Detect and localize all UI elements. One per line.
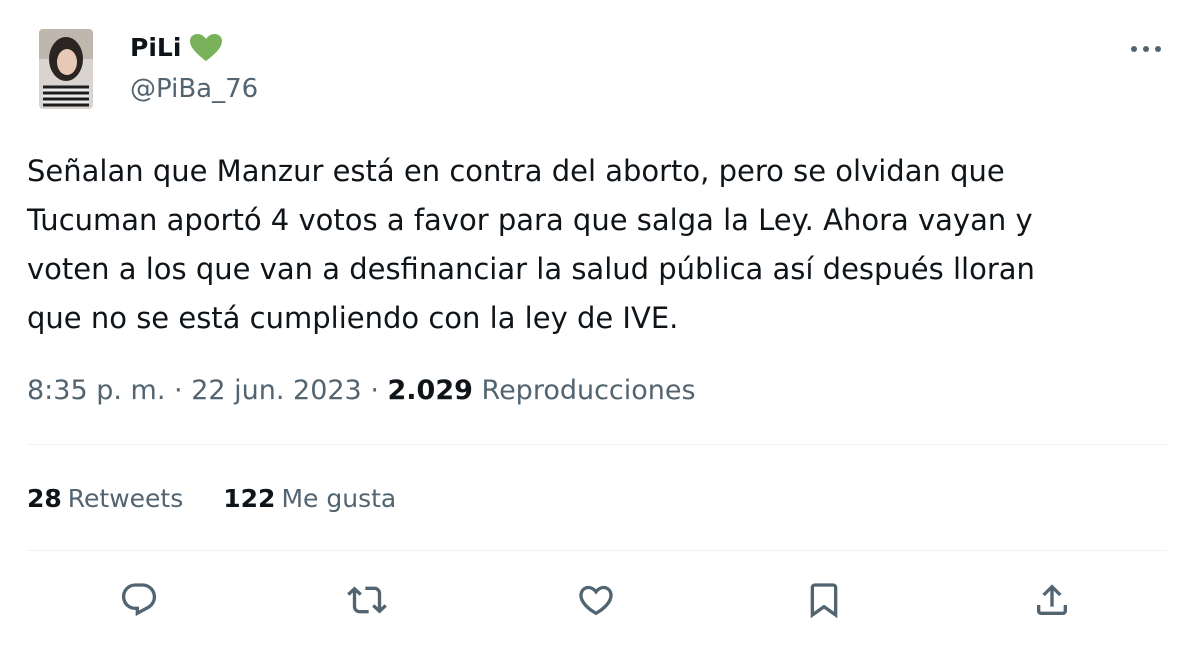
retweets-label: Retweets xyxy=(67,484,184,513)
user-handle[interactable]: @PiBa_76 xyxy=(130,71,258,107)
meta-separator: · xyxy=(370,375,379,406)
display-name-text: PiLi xyxy=(130,33,182,62)
like-button[interactable] xyxy=(574,578,618,622)
avatar-photo xyxy=(39,29,93,109)
tweet-text: Señalan que Manzur está en contra del ab… xyxy=(27,154,1035,335)
action-bar xyxy=(0,578,1200,622)
likes-label: Me gusta xyxy=(281,484,397,513)
views-count: 2.029 xyxy=(387,375,473,406)
meta-separator: · xyxy=(174,375,183,406)
tweet-date[interactable]: 22 jun. 2023 xyxy=(191,375,362,406)
heart-icon xyxy=(579,585,613,616)
more-dots-icon xyxy=(1131,46,1161,52)
tweet-meta: 8:35 p. m. · 22 jun. 2023 · 2.029 Reprod… xyxy=(27,370,696,412)
retweet-button[interactable] xyxy=(345,578,389,622)
divider xyxy=(27,550,1167,551)
green-heart-icon xyxy=(189,33,223,63)
retweet-icon xyxy=(347,586,387,614)
share-button[interactable] xyxy=(1030,578,1074,622)
share-icon xyxy=(1037,584,1067,615)
engagement-stats: 28 Retweets 122 Me gusta xyxy=(27,478,396,520)
tweet-time[interactable]: 8:35 p. m. xyxy=(27,375,165,406)
likes-stat[interactable]: 122 Me gusta xyxy=(223,478,396,520)
retweets-stat[interactable]: 28 Retweets xyxy=(27,478,183,520)
avatar[interactable] xyxy=(39,29,93,109)
retweets-count: 28 xyxy=(27,484,62,513)
reply-button[interactable] xyxy=(117,578,161,622)
display-name[interactable]: PiLi xyxy=(130,31,223,65)
bookmark-button[interactable] xyxy=(802,578,846,622)
likes-count: 122 xyxy=(223,484,276,513)
divider xyxy=(27,444,1167,445)
reply-icon xyxy=(121,583,157,617)
bookmark-icon xyxy=(810,583,838,619)
views-label: Reproducciones xyxy=(481,375,696,406)
more-options-button[interactable] xyxy=(1128,35,1164,63)
